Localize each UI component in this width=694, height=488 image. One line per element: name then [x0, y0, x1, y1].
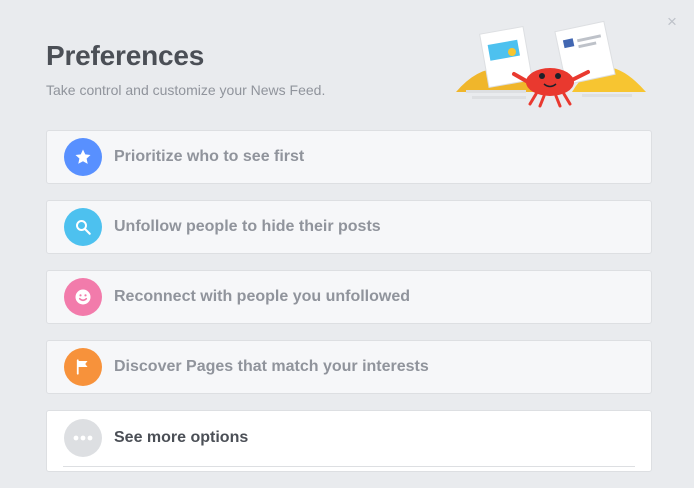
- more-icon: [64, 419, 102, 457]
- option-label: See more options: [114, 429, 249, 446]
- option-label: Prioritize who to see first: [114, 148, 305, 165]
- search-icon: [64, 208, 102, 246]
- preferences-options-list: Prioritize who to see first Unfollow peo…: [46, 130, 652, 488]
- option-unfollow[interactable]: Unfollow people to hide their posts: [46, 200, 652, 254]
- dialog-subtitle: Take control and customize your News Fee…: [46, 82, 326, 98]
- option-prioritize[interactable]: Prioritize who to see first: [46, 130, 652, 184]
- option-label: Unfollow people to hide their posts: [114, 218, 381, 235]
- flag-icon: [64, 348, 102, 386]
- crab-illustration: [456, 20, 646, 108]
- option-see-more[interactable]: See more options: [46, 410, 652, 472]
- smiley-icon: [64, 278, 102, 316]
- option-reconnect[interactable]: Reconnect with people you unfollowed: [46, 270, 652, 324]
- close-icon[interactable]: ×: [664, 13, 680, 30]
- dialog-title: Preferences: [46, 40, 205, 71]
- option-label: Discover Pages that match your interests: [114, 358, 429, 375]
- preferences-dialog: × Preferences Take control and customize…: [0, 0, 694, 482]
- option-label: Reconnect with people you unfollowed: [114, 288, 411, 305]
- divider: [63, 466, 635, 467]
- star-icon: [64, 138, 102, 176]
- option-discover-pages[interactable]: Discover Pages that match your interests: [46, 340, 652, 394]
